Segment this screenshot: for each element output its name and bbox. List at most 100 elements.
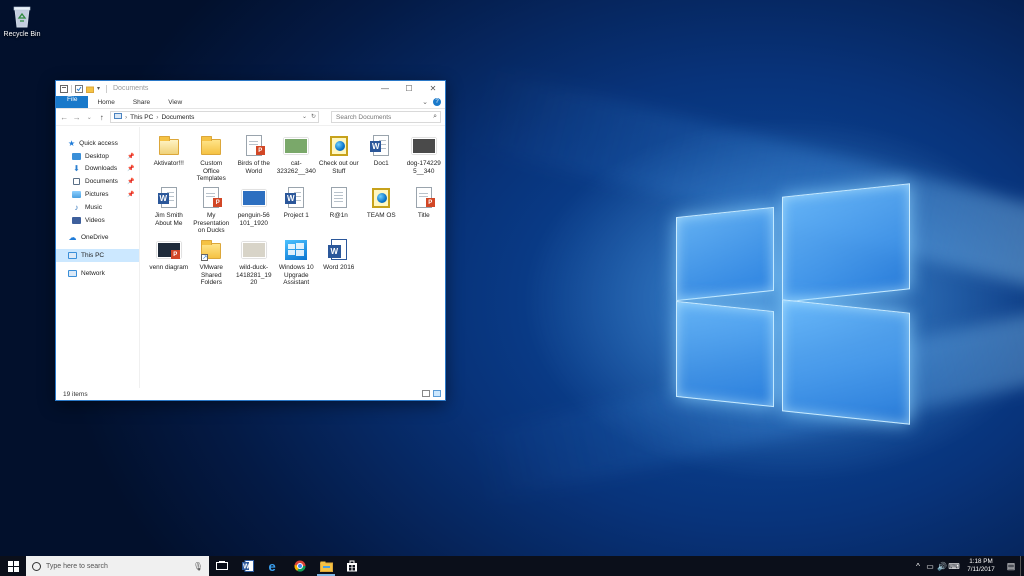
this-pc-icon <box>114 112 122 122</box>
word-icon[interactable]: W <box>235 556 261 576</box>
folder-icon <box>199 135 223 157</box>
back-arrow-icon[interactable]: ← <box>60 113 69 122</box>
sidebar-item-documents[interactable]: Documents 📌 <box>56 175 139 188</box>
file-item[interactable]: TEAM OS <box>360 183 403 235</box>
file-item[interactable]: W Project 1 <box>275 183 318 235</box>
windows-logo-icon <box>7 560 19 572</box>
desktop-icon-recycle-bin[interactable]: Recycle Bin <box>2 4 42 38</box>
forward-arrow-icon[interactable]: → <box>73 113 82 122</box>
file-item[interactable]: Custom Office Templates <box>190 131 233 183</box>
pin-icon[interactable]: 📌 <box>127 191 134 198</box>
title-bar[interactable]: ▾ Documents — ☐ ✕ <box>56 81 445 96</box>
file-name: Aktivator!!! <box>153 160 184 167</box>
file-item[interactable]: R@1n <box>318 183 361 235</box>
image-thumbnail-icon <box>241 239 266 261</box>
ribbon-tabs: File Home Share View ⌄ ? <box>56 96 445 109</box>
address-bar[interactable]: › This PC › Documents ⌄ ↻ <box>110 111 319 123</box>
refresh-icon[interactable]: ↻ <box>311 113 316 120</box>
chevron-down-icon[interactable]: ▾ <box>97 85 103 93</box>
desktop-icon-label: Recycle Bin <box>3 31 41 38</box>
image-thumbnail-icon <box>411 135 436 157</box>
pin-icon[interactable]: 📌 <box>127 165 134 172</box>
svg-text:e: e <box>269 560 276 572</box>
volume-icon[interactable]: 🔊 <box>936 562 948 571</box>
clock[interactable]: 1:18 PM 7/11/2017 <box>960 558 1002 574</box>
file-item[interactable]: cat-323262__340 <box>275 131 318 183</box>
file-name: Birds of the World <box>237 160 270 175</box>
svg-text:W: W <box>243 564 250 571</box>
tab-share[interactable]: Share <box>124 96 159 108</box>
status-bar: 19 items <box>56 388 445 400</box>
file-item[interactable]: ↗ VMware Shared Folders <box>190 235 233 287</box>
breadcrumb-documents[interactable]: Documents <box>161 114 194 121</box>
pin-icon[interactable]: 📌 <box>127 153 134 160</box>
sidebar-item-onedrive[interactable]: ☁ OneDrive <box>56 232 139 245</box>
taskbar-search-box[interactable]: Type here to search 🎙 <box>26 556 209 576</box>
word-document-icon: W <box>157 187 181 209</box>
file-item[interactable]: W Word 2016 <box>318 235 361 287</box>
file-item[interactable]: Aktivator!!! <box>148 131 191 183</box>
file-item[interactable]: Windows 10 Upgrade Assistant <box>275 235 318 287</box>
file-item[interactable]: penguin-56 101_1920 <box>233 183 276 235</box>
properties-icon[interactable] <box>75 84 83 93</box>
minimize-button[interactable]: — <box>373 81 397 96</box>
close-button[interactable]: ✕ <box>421 81 445 96</box>
windows-upgrade-icon <box>284 239 308 261</box>
action-center-icon[interactable]: ▤ <box>1002 561 1020 572</box>
file-item[interactable]: wild-duck-1418281_19 20 <box>233 235 276 287</box>
tab-view[interactable]: View <box>159 96 191 108</box>
store-icon[interactable] <box>339 556 365 576</box>
file-item[interactable]: P Title <box>403 183 446 235</box>
pin-icon[interactable]: 📌 <box>127 178 134 185</box>
sidebar-item-this-pc[interactable]: This PC <box>56 249 139 263</box>
chevron-up-icon[interactable]: ^ <box>912 562 924 571</box>
start-button[interactable] <box>0 556 26 576</box>
new-folder-icon[interactable] <box>86 85 94 93</box>
help-icon[interactable]: ? <box>433 98 441 106</box>
keyboard-icon[interactable]: ⌨ <box>948 562 960 571</box>
sidebar-item-network[interactable]: Network <box>56 267 139 280</box>
file-item[interactable]: W Jim Smith About Me <box>148 183 191 235</box>
recent-locations-icon[interactable]: ⌄ <box>85 114 94 121</box>
file-item[interactable]: Pvenn diagram <box>148 235 191 287</box>
tab-file[interactable]: File <box>56 96 89 108</box>
file-explorer-icon[interactable] <box>313 556 339 576</box>
sidebar-item-downloads[interactable]: ⬇ Downloads 📌 <box>56 163 139 176</box>
file-item[interactable]: dog-174229 5__340 <box>403 131 446 183</box>
window-controls: — ☐ ✕ <box>373 81 445 96</box>
sidebar-item-pictures[interactable]: Pictures 📌 <box>56 188 139 201</box>
explorer-icon <box>60 84 68 93</box>
maximize-button[interactable]: ☐ <box>397 81 421 96</box>
sidebar-item-desktop[interactable]: Desktop 📌 <box>56 150 139 163</box>
file-item[interactable]: W Doc1 <box>360 131 403 183</box>
breadcrumb-this-pc[interactable]: This PC <box>130 114 153 121</box>
sidebar-item-videos[interactable]: Videos <box>56 214 139 227</box>
network-status-icon[interactable]: ▭ <box>924 562 936 571</box>
microphone-icon[interactable]: 🎙 <box>193 562 203 571</box>
sidebar-item-music[interactable]: ♪ Music <box>56 201 139 214</box>
expand-ribbon-icon[interactable]: ⌄ <box>422 98 428 106</box>
item-count: 19 items <box>63 390 88 398</box>
folder-shortcut-icon: ↗ <box>199 239 223 261</box>
tab-home[interactable]: Home <box>88 96 123 108</box>
file-item[interactable]: P Birds of the World <box>233 131 276 183</box>
file-item[interactable]: Check out our Stuff <box>318 131 361 183</box>
edge-icon[interactable]: e <box>261 556 287 576</box>
search-placeholder: Search Documents <box>336 113 392 121</box>
search-box[interactable]: Search Documents ⌕ <box>331 111 441 123</box>
large-icons-view-icon[interactable] <box>433 390 441 397</box>
file-item[interactable]: P My Presentation on Ducks <box>190 183 233 235</box>
task-view-icon[interactable] <box>209 556 235 576</box>
sidebar-item-quick-access[interactable]: ★ Quick access <box>56 137 139 150</box>
address-dropdown-icon[interactable]: ⌄ <box>302 113 307 120</box>
details-view-icon[interactable] <box>422 390 430 397</box>
up-arrow-icon[interactable]: ↑ <box>98 113 107 122</box>
cortana-icon <box>32 561 41 571</box>
show-desktop-button[interactable] <box>1020 556 1024 576</box>
navigation-bar: ← → ⌄ ↑ › This PC › Documents ⌄ ↻ Search … <box>56 109 445 126</box>
file-name: My Presentation on Ducks <box>193 212 230 235</box>
file-explorer-window[interactable]: ▾ Documents — ☐ ✕ File Home Share View ⌄… <box>55 80 446 401</box>
chrome-icon[interactable] <box>287 556 313 576</box>
file-name: cat-323262__340 <box>276 160 316 175</box>
word-app-icon: W <box>327 239 351 261</box>
